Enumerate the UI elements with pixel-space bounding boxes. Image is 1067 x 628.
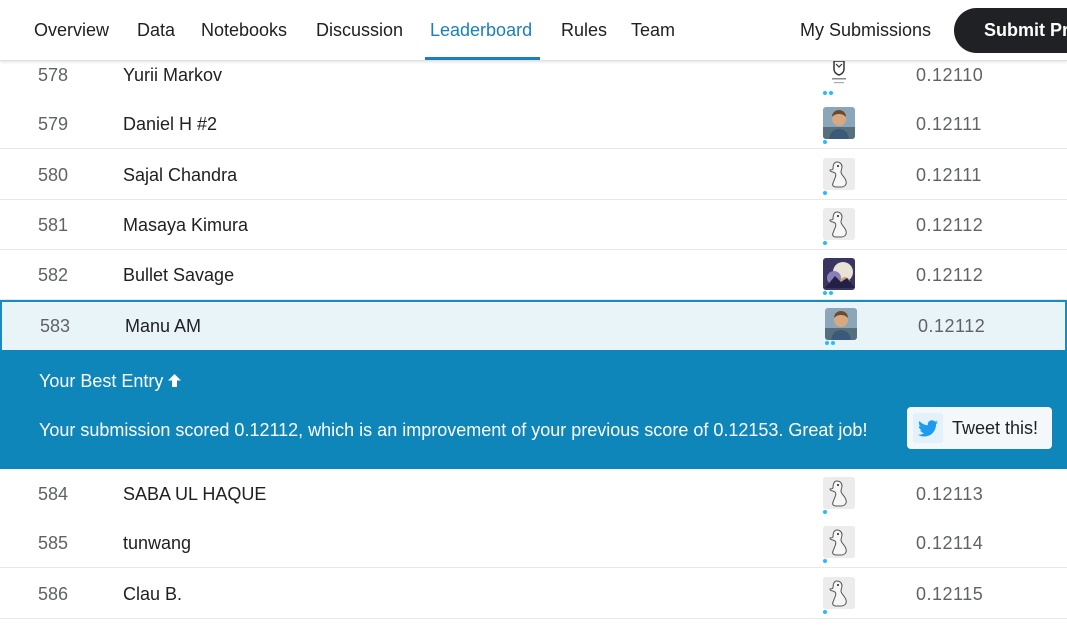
tier-dot-icon: [829, 91, 833, 95]
tier-dots: [823, 140, 829, 144]
tier-dots: [823, 91, 835, 95]
score-cell: 0.12112: [918, 316, 986, 336]
submit-prediction-button[interactable]: Submit Pr: [954, 8, 1067, 53]
rank-cell: 585: [38, 533, 69, 553]
table-row[interactable]: 582 Bullet Savage 0.12112: [0, 250, 1067, 300]
tweet-button[interactable]: Tweet this!: [907, 407, 1052, 449]
competition-nav: Overview Data Notebooks Discussion Leade…: [0, 0, 1067, 61]
score-cell: 0.12113: [916, 484, 984, 504]
tier-dots: [823, 191, 829, 195]
goose-avatar[interactable]: [823, 477, 855, 509]
tab-team[interactable]: Team: [631, 0, 675, 61]
tab-rules[interactable]: Rules: [561, 0, 607, 61]
tweet-button-label: Tweet this!: [952, 418, 1039, 438]
tier-dot-icon: [823, 610, 827, 614]
goose-avatar[interactable]: [823, 208, 855, 240]
tier-dot-icon: [823, 559, 827, 563]
banner-message: Your submission scored 0.12112, which is…: [39, 420, 868, 440]
arrow-up-icon: [167, 371, 182, 392]
tab-data[interactable]: Data: [137, 0, 175, 61]
twitter-bird-icon: [913, 413, 943, 443]
goose-avatar[interactable]: [823, 577, 855, 609]
tier-dots: [823, 559, 829, 563]
photo-avatar[interactable]: [823, 107, 855, 139]
tab-discussion[interactable]: Discussion: [316, 0, 403, 61]
logo-avatar[interactable]: [823, 58, 855, 90]
table-row[interactable]: 586 Clau B. 0.12115: [0, 569, 1067, 619]
score-cell: 0.12112: [916, 265, 984, 285]
tier-dot-icon: [831, 341, 835, 345]
tab-notebooks[interactable]: Notebooks: [201, 0, 287, 61]
goose-avatar[interactable]: [823, 158, 855, 190]
table-row-current-user[interactable]: 583 Manu AM 0.12112: [0, 300, 1067, 352]
tier-dots: [823, 241, 829, 245]
rank-cell: 580: [38, 165, 69, 185]
table-row[interactable]: 579 Daniel H #2 0.12111: [0, 99, 1067, 149]
tier-dot-icon: [823, 91, 827, 95]
tier-dot-icon: [823, 291, 827, 295]
photo-avatar[interactable]: [825, 308, 857, 340]
tier-dot-icon: [823, 140, 827, 144]
team-name-link[interactable]: Sajal Chandra: [123, 150, 237, 200]
score-cell: 0.12112: [916, 215, 984, 235]
rank-cell: 586: [38, 584, 69, 604]
rank-cell: 581: [38, 215, 69, 235]
rank-cell: 582: [38, 265, 69, 285]
tab-leaderboard[interactable]: Leaderboard: [430, 0, 532, 61]
score-cell: 0.12111: [916, 114, 982, 134]
goose-avatar[interactable]: [823, 526, 855, 558]
table-row[interactable]: 584 SABA UL HAQUE 0.12113: [0, 469, 1067, 519]
tier-dots: [823, 510, 829, 514]
tier-dot-icon: [823, 510, 827, 514]
rank-cell: 584: [38, 484, 69, 504]
tier-dot-icon: [823, 241, 827, 245]
score-cell: 0.12111: [916, 165, 982, 185]
rank-cell: 583: [40, 316, 71, 336]
score-cell: 0.12114: [916, 533, 984, 553]
artwork-avatar[interactable]: [823, 258, 855, 290]
team-name-link[interactable]: Clau B.: [123, 569, 182, 619]
team-name-link[interactable]: Daniel H #2: [123, 99, 217, 149]
tier-dot-icon: [823, 191, 827, 195]
score-cell: 0.12115: [916, 584, 984, 604]
my-submissions-link[interactable]: My Submissions: [800, 0, 931, 61]
banner-title: Your Best Entry: [39, 371, 182, 392]
team-name-link[interactable]: SABA UL HAQUE: [123, 469, 266, 519]
tier-dots: [825, 341, 837, 345]
best-entry-banner: Your Best Entry Your submission scored 0…: [0, 350, 1067, 469]
team-name-link[interactable]: Bullet Savage: [123, 250, 234, 300]
tier-dots: [823, 610, 829, 614]
active-tab-indicator: [425, 57, 540, 60]
team-name-link[interactable]: Manu AM: [125, 301, 201, 351]
tier-dot-icon: [829, 291, 833, 295]
rank-cell: 579: [38, 114, 69, 134]
tab-overview[interactable]: Overview: [34, 0, 109, 61]
team-name-link[interactable]: Masaya Kimura: [123, 200, 248, 250]
banner-title-text: Your Best Entry: [39, 371, 164, 391]
table-row[interactable]: 580 Sajal Chandra 0.12111: [0, 150, 1067, 200]
team-name-link[interactable]: tunwang: [123, 518, 191, 568]
table-row[interactable]: 585 tunwang 0.12114: [0, 518, 1067, 568]
tier-dot-icon: [825, 341, 829, 345]
table-row[interactable]: 581 Masaya Kimura 0.12112: [0, 200, 1067, 250]
tier-dots: [823, 291, 835, 295]
